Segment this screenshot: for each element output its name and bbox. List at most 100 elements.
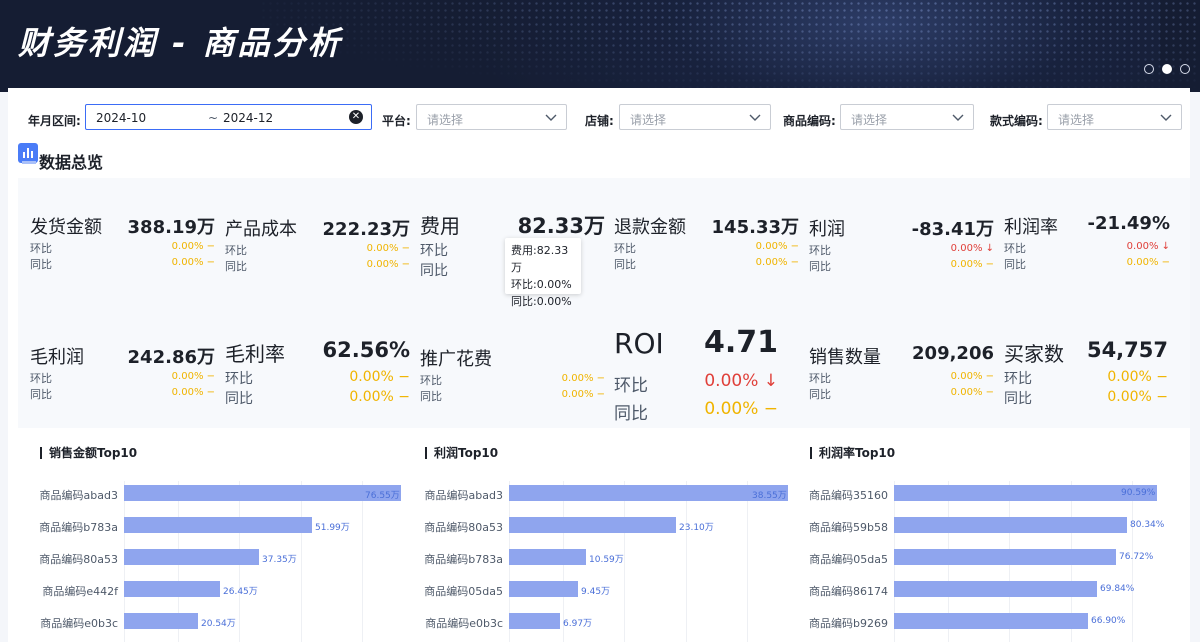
chart-category-label: 商品编码e442f: [42, 585, 118, 598]
mom-value: 0.00% −: [171, 371, 215, 382]
chart-bar[interactable]: [124, 581, 220, 597]
yoy-label: 同比: [614, 404, 648, 424]
mom-label: 环比: [420, 374, 442, 387]
section-title: 数据总览: [39, 153, 104, 172]
kpi-name: 利润率: [1004, 217, 1058, 238]
chart-value-label: 76.55万: [365, 491, 400, 501]
chart-bar[interactable]: [124, 613, 198, 629]
yoy-value: 0.00% −: [561, 389, 605, 400]
yoy-label: 同比: [1004, 258, 1026, 271]
mom-value: 0.00% ↓: [950, 243, 994, 254]
yoy-value: 0.00% −: [755, 257, 799, 268]
chart-category-label: 商品编码05da5: [424, 585, 503, 598]
mom-label: 环比: [614, 242, 636, 255]
kpi-profit-rate: 利润率 -21.49% 环比 0.00% ↓ 同比 0.00% −: [1004, 213, 1170, 283]
tooltip-line: 费用:82.33万: [511, 244, 569, 274]
date-end[interactable]: 2024-12: [223, 111, 273, 125]
kpi-gross-profit: 毛利润 242.86万 环比 0.00% − 同比 0.00% −: [30, 343, 215, 413]
date-range-picker[interactable]: 2024-10 ~ 2024-12 ✕: [85, 104, 372, 130]
chart-row: 商品编码05da5 9.45万: [424, 581, 795, 601]
kpi-name: 产品成本: [225, 219, 297, 240]
style-code-select[interactable]: 请选择: [1047, 104, 1182, 130]
yoy-label: 同比: [809, 388, 831, 401]
mom-value: 0.00% −: [366, 243, 410, 254]
mom-label: 环比: [30, 242, 52, 255]
chart-category-label: 商品编码b783a: [424, 553, 503, 566]
mom-label: 环比: [809, 244, 831, 257]
yoy-value: 0.00% −: [1126, 257, 1170, 268]
yoy-label: 同比: [225, 391, 253, 407]
chart-bar[interactable]: [124, 517, 312, 533]
chart-value-label: 69.84%: [1100, 584, 1135, 594]
yoy-value: 0.00% −: [366, 259, 410, 270]
chart-bar[interactable]: [509, 549, 586, 565]
chart-row: 商品编码59b58 80.34%: [809, 517, 1180, 537]
chart-bar[interactable]: [124, 485, 401, 501]
chart-bar[interactable]: [124, 549, 259, 565]
mom-label: 环比: [1004, 371, 1032, 387]
mom-label: 环比: [30, 372, 52, 385]
style-code-placeholder: 请选择: [1058, 113, 1095, 127]
chart-bar[interactable]: [509, 517, 676, 533]
main-panel: 年月区间: 2024-10 ~ 2024-12 ✕ 平台: 请选择 店铺: 请选…: [8, 88, 1190, 642]
kpi-value: 145.33万: [711, 217, 799, 238]
kpi-refund-amount: 退款金额 145.33万 环比 0.00% − 同比 0.00% −: [614, 213, 799, 283]
kpi-name: 费用: [420, 214, 460, 238]
chart-value-label: 90.59%: [1121, 488, 1156, 498]
platform-label: 平台:: [382, 114, 411, 128]
chart-row: 商品编码e0b3c 20.54万: [40, 613, 410, 633]
chart-value-label: 10.59万: [589, 555, 624, 565]
kpi-value: -83.41万: [911, 219, 994, 240]
kpi-gross-margin: 毛利率 62.56% 环比 0.00% − 同比 0.00% −: [225, 338, 410, 408]
kpi-value: 82.33万: [517, 214, 605, 238]
date-start[interactable]: 2024-10: [96, 111, 146, 125]
chart-bar[interactable]: [894, 517, 1127, 533]
platform-select[interactable]: 请选择: [416, 104, 567, 130]
yoy-value: 0.00% −: [349, 389, 410, 405]
chart-row: 商品编码abad3 38.55万: [425, 485, 795, 505]
kpi-name: 销售数量: [809, 347, 881, 368]
kpi-product-cost: 产品成本 222.23万 环比 0.00% − 同比 0.00% −: [225, 215, 410, 285]
chart-bar[interactable]: [894, 581, 1097, 597]
mom-value: 0.00% ↓: [1126, 241, 1170, 252]
chart-value-label: 20.54万: [201, 619, 236, 629]
kpi-promotion-cost: 推广花费 环比 0.00% − 同比 0.00% −: [420, 345, 605, 415]
chart-value-label: 38.55万: [752, 491, 787, 501]
chart-bar[interactable]: [894, 485, 1157, 501]
yoy-label: 同比: [614, 258, 636, 271]
yoy-value: 0.00% −: [704, 399, 778, 419]
chart-row: 商品编码b9269 66.90%: [809, 613, 1180, 633]
date-separator: ~: [208, 111, 219, 125]
pager-dot-1[interactable]: [1144, 64, 1154, 74]
chart-category-label: 商品编码86174: [809, 585, 888, 598]
kpi-name: 毛利率: [225, 342, 285, 366]
chart-bar[interactable]: [894, 549, 1116, 565]
chart-value-label: 9.45万: [581, 587, 611, 597]
pager-dot-2[interactable]: [1162, 64, 1172, 74]
product-code-select[interactable]: 请选择: [840, 104, 974, 130]
chevron-down-icon: [545, 114, 557, 121]
mom-value: 0.00% −: [561, 373, 605, 384]
yoy-value: 0.00% −: [171, 387, 215, 398]
clear-icon[interactable]: ✕: [349, 110, 363, 124]
page-header: 财务利润 - 商品分析: [0, 0, 1200, 92]
chart-row: 商品编码86174 69.84%: [809, 581, 1180, 601]
yoy-label: 同比: [1004, 391, 1032, 407]
chart-bar[interactable]: [509, 581, 578, 597]
chart-row: 商品编码80a53 37.35万: [39, 549, 410, 569]
chart-title: 销售金额Top10: [40, 447, 137, 459]
kpi-shipment-amount: 发货金额 388.19万 环比 0.00% − 同比 0.00% −: [30, 213, 215, 283]
store-select[interactable]: 请选择: [619, 104, 771, 130]
product-code-placeholder: 请选择: [851, 113, 888, 127]
kpi-roi: ROI 4.71 环比 0.00% ↓ 同比 0.00% −: [614, 325, 778, 424]
pager-dot-3[interactable]: [1180, 64, 1190, 74]
kpi-value: 222.23万: [322, 219, 410, 240]
chart-row: 商品编码b783a 10.59万: [424, 549, 795, 569]
kpi-name: 利润: [809, 219, 845, 240]
chart-bar[interactable]: [509, 485, 788, 501]
chart-bar[interactable]: [894, 613, 1088, 629]
yoy-value: 0.00% −: [950, 259, 994, 270]
chart-bar[interactable]: [509, 613, 560, 629]
chart-value-label: 23.10万: [679, 523, 714, 533]
bar-chart-icon: [18, 143, 38, 163]
